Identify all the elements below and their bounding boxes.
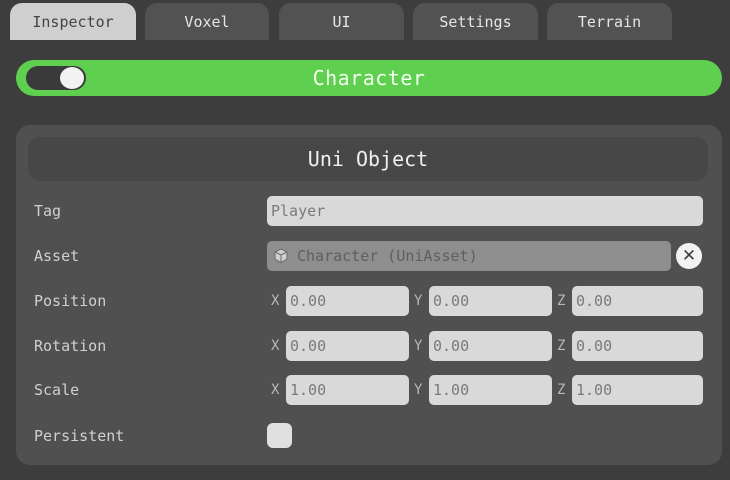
- character-header: Character: [16, 60, 722, 96]
- tab-settings[interactable]: Settings: [413, 3, 538, 40]
- rotation-x-axis-label: X: [271, 338, 280, 354]
- position-z-input[interactable]: 0.00: [572, 286, 703, 316]
- position-x-axis-label: X: [271, 293, 280, 309]
- component-title: Uni Object: [307, 147, 429, 171]
- rotation-z-input[interactable]: 0.00: [572, 331, 703, 361]
- scale-z-input[interactable]: 1.00: [572, 375, 703, 405]
- position-label: Position: [34, 292, 107, 310]
- scale-label: Scale: [34, 381, 80, 399]
- scale-y-axis-label: Y: [414, 382, 423, 398]
- rotation-y-axis-label: Y: [414, 338, 423, 354]
- position-y-axis-label: Y: [414, 293, 423, 309]
- enable-toggle[interactable]: [26, 66, 86, 90]
- scale-y-input[interactable]: 1.00: [429, 375, 552, 405]
- component-header: Uni Object: [28, 137, 708, 181]
- position-x-input[interactable]: 0.00: [286, 286, 409, 316]
- component-panel: Uni Object Tag Player Asset Character (U…: [16, 125, 722, 465]
- close-icon[interactable]: ✕: [676, 243, 702, 269]
- position-y-input[interactable]: 0.00: [429, 286, 552, 316]
- rotation-label: Rotation: [34, 337, 107, 355]
- tab-voxel[interactable]: Voxel: [145, 3, 269, 40]
- scale-x-axis-label: X: [271, 382, 280, 398]
- tag-input[interactable]: Player: [267, 196, 703, 226]
- cube-icon: [273, 248, 289, 264]
- tab-inspector[interactable]: Inspector: [10, 3, 136, 40]
- persistent-label: Persistent: [34, 427, 125, 445]
- scale-z-axis-label: Z: [557, 382, 566, 398]
- rotation-x-input[interactable]: 0.00: [286, 331, 409, 361]
- asset-field[interactable]: Character (UniAsset): [267, 241, 671, 271]
- asset-value: Character (UniAsset): [297, 247, 478, 265]
- scale-x-input[interactable]: 1.00: [286, 375, 409, 405]
- rotation-y-input[interactable]: 0.00: [429, 331, 552, 361]
- persistent-checkbox[interactable]: [267, 423, 292, 448]
- asset-label: Asset: [34, 247, 80, 265]
- position-z-axis-label: Z: [557, 293, 566, 309]
- tab-bar: Inspector Voxel UI Settings Terrain: [0, 0, 730, 40]
- tag-label: Tag: [34, 202, 62, 220]
- rotation-z-axis-label: Z: [557, 338, 566, 354]
- tab-ui[interactable]: UI: [279, 3, 404, 40]
- toggle-knob: [60, 67, 84, 89]
- object-name: Character: [312, 66, 426, 90]
- tab-terrain[interactable]: Terrain: [547, 3, 672, 40]
